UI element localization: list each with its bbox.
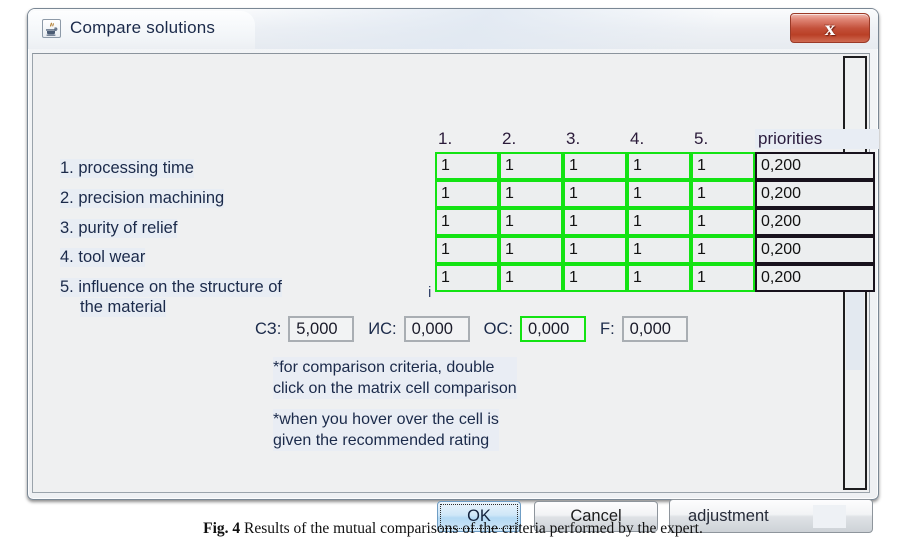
field-value-is[interactable]: 0,000 xyxy=(403,316,470,342)
column-header-5: 5. xyxy=(694,129,709,148)
field-value-sz[interactable]: 5,000 xyxy=(288,316,355,342)
priority-cell-3: 0,200 xyxy=(755,208,875,236)
matrix-cell-4-1[interactable]: 1 xyxy=(435,236,499,264)
title-bar[interactable]: Compare solutions x xyxy=(28,9,878,49)
matrix-cell-2-1[interactable]: 1 xyxy=(435,180,499,208)
criteria-text-5: influence on the structure of xyxy=(78,278,282,296)
criteria-number-3: 3. xyxy=(60,219,74,237)
java-coffee-cup-icon xyxy=(42,19,61,38)
criteria-label-4: 4. tool wear xyxy=(60,248,146,267)
result-fields-row: СЗ: 5,000 ИС: 0,000 ОС: 0,000 F: 0,000 xyxy=(255,316,688,342)
field-label-f: F: xyxy=(599,319,615,338)
matrix-cell-5-2[interactable]: 1 xyxy=(499,264,563,292)
column-header-1: 1. xyxy=(438,129,453,148)
dialog-content: 1. processing time 2. precision machinin… xyxy=(32,53,879,533)
table-row: 1 1 1 1 1 0,200 xyxy=(435,236,875,264)
priority-cell-2: 0,200 xyxy=(755,180,875,208)
criteria-label-5-line2: the material xyxy=(80,298,167,317)
matrix-cell-4-2[interactable]: 1 xyxy=(499,236,563,264)
figure-number: Fig. 4 xyxy=(203,520,241,537)
compare-solutions-dialog: Compare solutions x 1. processing time 2… xyxy=(27,8,879,533)
matrix-cell-1-4[interactable]: 1 xyxy=(627,152,691,180)
matrix-cell-2-5[interactable]: 1 xyxy=(691,180,755,208)
matrix-cell-3-5[interactable]: 1 xyxy=(691,208,755,236)
table-row: 1 1 1 1 1 0,200 xyxy=(435,208,875,236)
priority-cell-5: 0,200 xyxy=(755,264,875,292)
matrix-cell-3-4[interactable]: 1 xyxy=(627,208,691,236)
criteria-label-2: 2. precision machining xyxy=(60,189,225,208)
column-header-4: 4. xyxy=(630,129,645,148)
criteria-label-1: 1. processing time xyxy=(60,159,194,178)
comparison-panel: 1. processing time 2. precision machinin… xyxy=(32,53,879,533)
matrix-cell-3-2[interactable]: 1 xyxy=(499,208,563,236)
criteria-number-2: 2. xyxy=(60,189,74,207)
matrix-cell-5-5[interactable]: 1 xyxy=(691,264,755,292)
criteria-text-2: precision machining xyxy=(78,189,225,207)
matrix-cell-2-4[interactable]: 1 xyxy=(627,180,691,208)
table-row: 1 1 1 1 1 0,200 xyxy=(435,180,875,208)
figure-caption-text: Results of the mutual comparisons of the… xyxy=(244,520,703,537)
comparison-matrix: 1 1 1 1 1 0,200 1 1 1 1 1 0,200 1 1 1 1 … xyxy=(435,152,875,292)
matrix-cell-3-1[interactable]: 1 xyxy=(435,208,499,236)
hint-hover-rating: *when you hover over the cell is given t… xyxy=(273,409,499,451)
criteria-number-4: 4. xyxy=(60,248,74,266)
figure-caption: Fig. 4 Results of the mutual comparisons… xyxy=(0,520,906,538)
matrix-cell-5-4[interactable]: 1 xyxy=(627,264,691,292)
matrix-cell-1-2[interactable]: 1 xyxy=(499,152,563,180)
criteria-label-5: 5. influence on the structure of xyxy=(60,278,282,297)
criteria-text-4: tool wear xyxy=(78,248,146,266)
criteria-text-1: processing time xyxy=(78,159,194,177)
criteria-text-3: purity of relief xyxy=(78,219,178,237)
field-label-is: ИС: xyxy=(368,319,397,338)
matrix-cell-4-4[interactable]: 1 xyxy=(627,236,691,264)
criteria-label-3: 3. purity of relief xyxy=(60,219,178,238)
field-value-f[interactable]: 0,000 xyxy=(621,316,688,342)
field-label-sz: СЗ: xyxy=(255,319,282,338)
matrix-cell-1-5[interactable]: 1 xyxy=(691,152,755,180)
window-title: Compare solutions xyxy=(70,18,216,37)
title-bar-sheen xyxy=(210,9,806,49)
close-icon[interactable]: x xyxy=(790,13,870,43)
hint-double-click: *for comparison criteria, double click o… xyxy=(273,357,517,399)
criteria-number-1: 1. xyxy=(60,159,74,177)
matrix-cell-4-5[interactable]: 1 xyxy=(691,236,755,264)
column-header-priorities: priorities xyxy=(755,129,879,149)
priority-cell-4: 0,200 xyxy=(755,236,875,264)
table-row: 1 1 1 1 1 0,200 xyxy=(435,152,875,180)
matrix-cell-1-1[interactable]: 1 xyxy=(435,152,499,180)
field-label-os: ОС: xyxy=(483,319,513,338)
matrix-cell-2-3[interactable]: 1 xyxy=(563,180,627,208)
table-row: 1 1 1 1 1 0,200 xyxy=(435,264,875,292)
criteria-number-5: 5. xyxy=(60,278,74,296)
matrix-cell-3-3[interactable]: 1 xyxy=(563,208,627,236)
matrix-cell-5-1[interactable]: 1 xyxy=(435,264,499,292)
matrix-cell-1-3[interactable]: 1 xyxy=(563,152,627,180)
truncated-text-marker: i xyxy=(428,284,432,301)
field-value-os[interactable]: 0,000 xyxy=(519,316,586,342)
matrix-cell-4-3[interactable]: 1 xyxy=(563,236,627,264)
close-glyph: x xyxy=(824,15,836,40)
column-header-2: 2. xyxy=(502,129,517,148)
column-header-3: 3. xyxy=(566,129,581,148)
priority-cell-1: 0,200 xyxy=(755,152,875,180)
matrix-cell-5-3[interactable]: 1 xyxy=(563,264,627,292)
matrix-cell-2-2[interactable]: 1 xyxy=(499,180,563,208)
